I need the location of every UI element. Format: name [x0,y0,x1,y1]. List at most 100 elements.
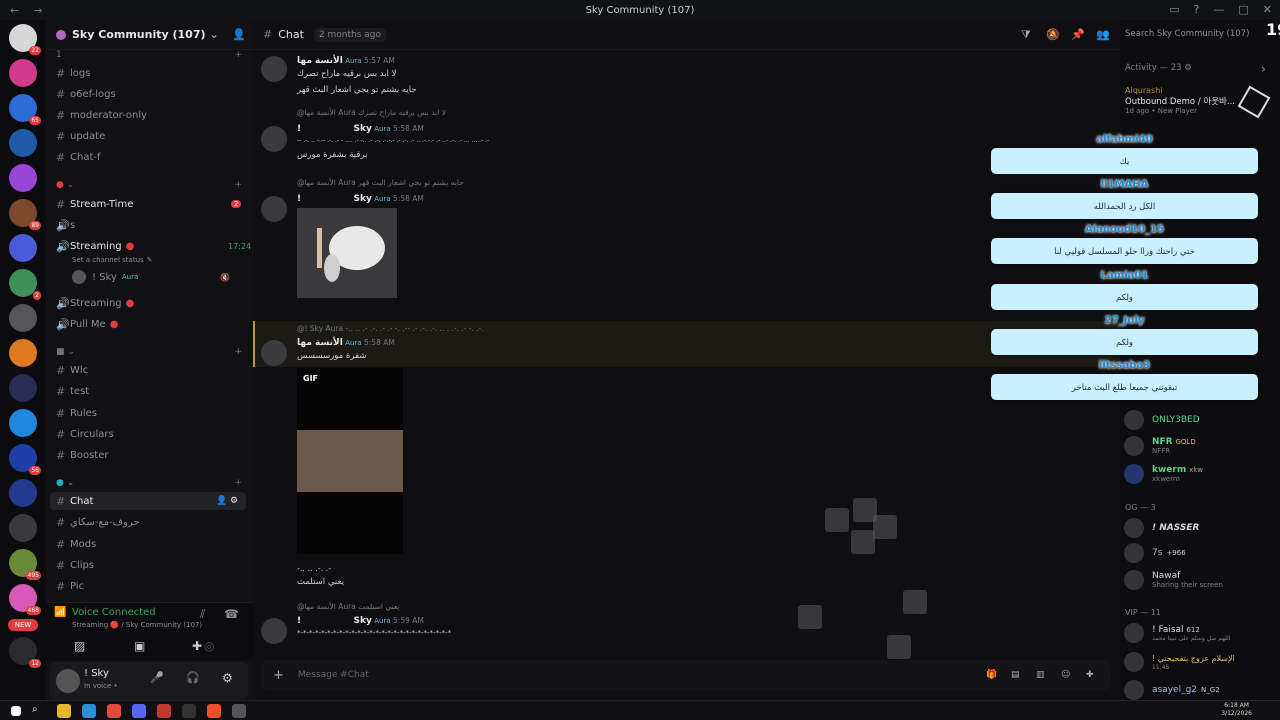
channel-streaming-2[interactable]: 🔊 Streaming ● [56,294,134,312]
server-icon[interactable] [9,304,37,332]
channel-booster[interactable]: # Booster [56,446,109,464]
avatar[interactable] [261,196,287,222]
channel-stream-time[interactable]: # Stream-Time 2 [56,195,242,213]
activity-card[interactable]: Alqurashi Outbound Demo / 아웃바... 1d ago … [1125,86,1235,115]
author-name[interactable]: Sky [354,124,372,134]
gif-icon[interactable]: ▤ [1011,670,1020,680]
server-icon[interactable] [9,409,37,437]
maximize-icon[interactable]: □ [1238,3,1248,16]
search-icon[interactable]: ⌕ [32,704,46,718]
channel-circulars[interactable]: # Circulars [56,425,114,443]
reply-preview[interactable]: @! Sky Aura -.. .. .- .-. .- .- -. .-- .… [297,324,484,333]
server-icon[interactable]: 2 [9,269,41,300]
server-icon[interactable]: 89 [9,199,41,230]
channel-rules[interactable]: # Rules [56,404,97,422]
avatar[interactable] [261,126,287,152]
mic-muted-icon[interactable]: 🎤 [150,671,164,684]
channel-logs[interactable]: # logs [56,64,90,82]
channel-o6ef-logs[interactable]: # o6ef-logs [56,85,116,103]
member-nawaf[interactable]: Nawaf Sharing their screen [1124,570,1223,590]
activities-icon[interactable]: ✚ [192,639,202,653]
reply-preview[interactable]: @الأنسة مها Aura يعني استلمت [297,602,400,611]
member-nasser[interactable]: ! NASSER [1124,518,1199,538]
server-icon[interactable] [9,339,37,367]
disconnect-icon[interactable]: ☎ [224,607,239,621]
plus-icon[interactable]: + [234,478,242,488]
discord-icon[interactable] [132,703,146,718]
brave-icon[interactable] [207,703,221,718]
server-icon[interactable]: 22 [9,24,41,55]
app-icon[interactable] [157,703,171,718]
plus-icon[interactable]: + [273,668,284,683]
voice-user[interactable]: ! Sky Aura 🔇 [72,268,230,286]
server-icon[interactable]: 65 [9,94,41,125]
author-name[interactable]: Sky [354,616,372,626]
close-icon[interactable]: ✕ [1263,3,1272,16]
channel-wlc[interactable]: # Wlc [56,361,88,379]
avatar[interactable] [261,56,287,82]
member-kwerm[interactable]: kwerm xkw xkwerm [1124,464,1203,484]
help-icon[interactable]: ? [1194,3,1200,16]
avatar[interactable] [56,669,80,693]
server-icon[interactable] [9,234,37,262]
gift-icon[interactable]: 🎁 [986,670,997,680]
file-explorer-icon[interactable] [57,703,71,718]
emoji-icon[interactable]: ☺ [1061,670,1070,680]
channel-mods[interactable]: # Mods [56,535,96,553]
gear-icon[interactable]: ⚙ [222,671,233,685]
category-header[interactable]: 1 + [56,50,242,60]
plus-icon[interactable]: + [234,347,242,357]
channel-moderator-only[interactable]: # moderator-only [56,106,147,124]
deafen-icon[interactable]: 🎧 [186,671,200,684]
member-nfr[interactable]: NFR GOLD NFFR [1124,436,1196,456]
server-icon[interactable]: 12 [9,637,41,668]
invite-icon[interactable]: 👤 [216,496,227,506]
chevron-right-icon[interactable]: › [1261,62,1266,76]
gif-embed[interactable]: GIF [297,368,403,554]
server-icon[interactable]: 468 [9,584,41,615]
apps-icon[interactable]: ✚ [1086,670,1094,680]
author-name[interactable]: Sky [354,194,372,204]
noise-icon[interactable]: ⫽ [200,607,205,622]
soundboard-icon[interactable]: ◎ [204,639,214,653]
channel-chat-f[interactable]: # Chat-f [56,148,101,166]
server-icon[interactable] [9,479,37,507]
member-only3bed[interactable]: ONLY3BED [1124,410,1200,430]
channel-pull-me[interactable]: 🔊 Pull Me ● [56,315,118,333]
activity-header[interactable]: Activity — 23 ⚙ [1125,63,1192,73]
notification-bell-icon[interactable]: 🔕 [1046,28,1060,41]
pin-icon[interactable]: 📌 [1071,28,1085,41]
app-icon[interactable] [232,703,246,718]
dog-image[interactable] [297,208,397,298]
screen-share-icon[interactable]: ▣ [134,639,145,653]
threads-icon[interactable]: ⧩ [1021,28,1031,42]
back-arrow-icon[interactable]: ← [10,4,19,17]
member-7s[interactable]: 7s +966 [1124,543,1186,563]
inbox-icon[interactable]: ▭ [1169,3,1179,16]
member-vip-2[interactable]: ! الإسلام عروج بتفحيحتي 11:45 [1124,652,1235,672]
channel-test[interactable]: # test [56,382,89,400]
gear-icon[interactable]: ⚙ [230,496,238,506]
author-name[interactable]: الأنسة مها [297,56,343,66]
channel-status[interactable]: Set a channel status ✎ [72,251,153,269]
member-list-icon[interactable]: 👥 [1096,28,1110,41]
sticker-icon[interactable]: ▥ [1036,670,1045,680]
category-header[interactable]: ● ⌄ + [56,180,242,190]
server-icon[interactable]: 495 [9,549,41,580]
add-member-icon[interactable]: 👤 [232,28,246,41]
reply-preview[interactable]: @الأنسة مها Aura لا ابد بس برقيه ماراح ت… [297,108,446,117]
channel-clips[interactable]: # Clips [56,556,94,574]
plus-icon[interactable]: + [234,180,242,190]
channel-chat[interactable]: # Chat 👤 ⚙ [50,492,246,510]
channel-pic[interactable]: # Pic [56,577,84,595]
reply-preview[interactable]: @الأنسة مها Aura جايه بشتم تو يجي اشعار … [297,178,464,187]
channel-s[interactable]: 🔊 s [56,216,75,234]
member-asayel[interactable]: asayel_g2 N_G2 [1124,680,1220,700]
forward-arrow-icon[interactable]: → [33,4,42,17]
member-faisal[interactable]: ! Faisal 612 اللهم صلِ وسلم على نبينا محم… [1124,623,1231,643]
category-header[interactable]: ● ⌄ + [56,478,242,488]
server-icon[interactable] [9,129,37,157]
start-icon[interactable] [11,705,21,716]
clock[interactable]: 6:18 AM 3/12/2026 [1221,702,1252,718]
guild-header[interactable]: Sky Community (107) ⌄ 👤 [46,20,253,50]
